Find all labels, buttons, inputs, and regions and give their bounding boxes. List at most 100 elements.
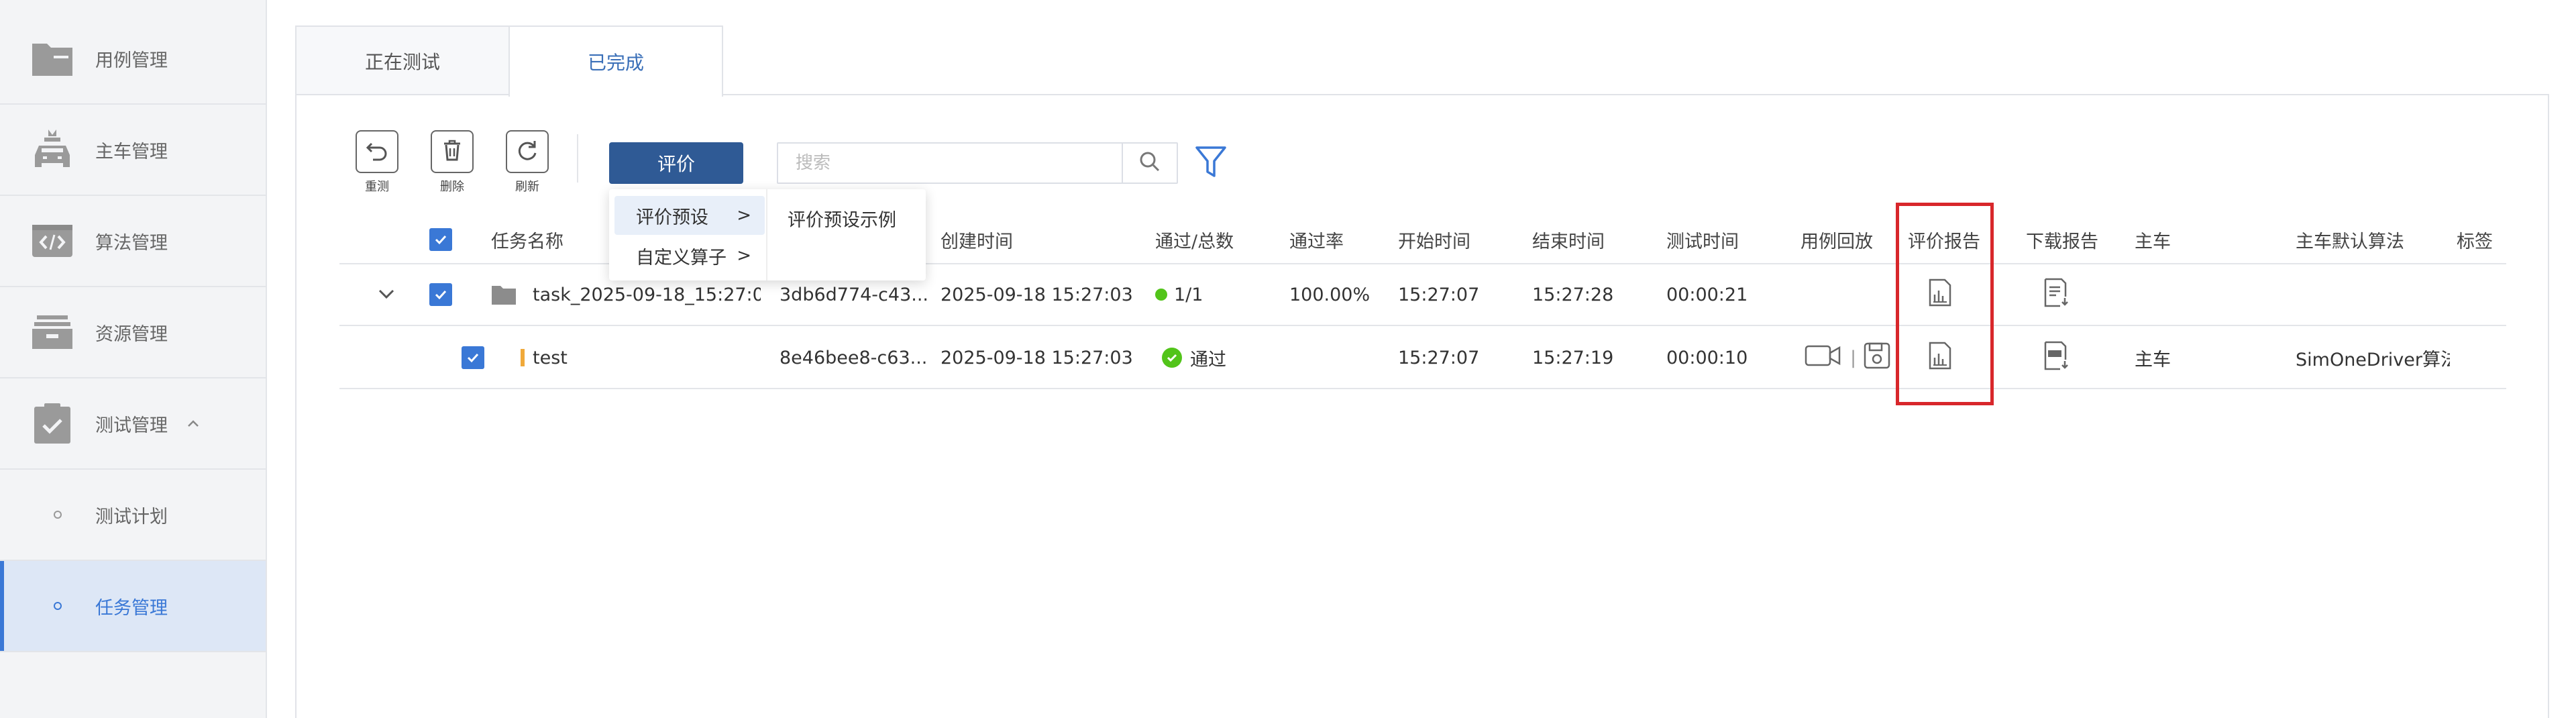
tab-in-progress[interactable]: 正在测试: [295, 25, 510, 95]
folder-icon: [31, 37, 74, 80]
folder-icon: [491, 264, 517, 325]
replay-separator: |: [1850, 347, 1857, 368]
default-algorithm: SimOneDriver算法: [2296, 349, 2450, 370]
refresh-icon: [514, 137, 541, 166]
header-vehicle: 主车: [2135, 231, 2171, 252]
report-download-icon: [2043, 278, 2070, 312]
sidebar-item-label: 资源管理: [95, 323, 168, 345]
bullet-icon: [54, 511, 62, 519]
sidebar-subitem-test-plan[interactable]: 测试计划: [0, 470, 266, 561]
sidebar-subitem-task-management[interactable]: 任务管理: [0, 561, 266, 652]
refresh-button[interactable]: [506, 130, 549, 173]
menu-item-custom-operator[interactable]: 自定义算子 >: [614, 236, 765, 275]
expand-toggle[interactable]: [377, 264, 396, 325]
tab-panel: [295, 94, 2549, 718]
header-default-algorithm: 主车默认算法: [2296, 231, 2404, 252]
sidebar-item-label: 测试管理: [95, 415, 168, 436]
sidebar-item-label: 任务管理: [95, 597, 168, 619]
menu-item-label: 评价预设: [636, 207, 708, 228]
test-duration: 00:00:21: [1666, 284, 1748, 305]
vehicle: 主车: [2135, 349, 2171, 370]
evaluate-dropdown: 评价预设 > 自定义算子 > 评价预设示例: [609, 189, 926, 280]
pass-rate: 100.00%: [1289, 284, 1371, 305]
delete-button[interactable]: [431, 130, 474, 173]
csv-download-icon: [2043, 341, 2070, 375]
case-name[interactable]: test: [533, 348, 568, 368]
undo-icon: [364, 137, 390, 166]
search-box: [777, 142, 1178, 184]
clipboard-check-icon: [31, 402, 74, 445]
sidebar-item-algorithms[interactable]: 算法管理: [0, 196, 266, 287]
header-start-time[interactable]: 开始时间: [1398, 216, 1470, 263]
select-all-checkbox[interactable]: [429, 228, 452, 251]
sidebar-item-resources[interactable]: 资源管理: [0, 287, 266, 378]
bullet-icon: [54, 602, 62, 610]
inbox-icon: [31, 311, 74, 354]
download-report-button[interactable]: [2043, 264, 2070, 325]
check-circle-icon: [1162, 348, 1182, 368]
row-checkbox[interactable]: [462, 346, 484, 369]
case-marker: [521, 349, 525, 366]
end-time: 15:27:28: [1532, 284, 1614, 305]
header-task-name[interactable]: 任务名称: [491, 216, 564, 263]
sidebar-item-label: 用例管理: [95, 50, 168, 71]
sidebar-item-label: 主车管理: [95, 141, 168, 162]
dropdown-menu: 评价预设 > 自定义算子 >: [609, 189, 767, 280]
search-button[interactable]: [1122, 144, 1177, 183]
delete-label: 删除: [440, 180, 464, 194]
chevron-down-icon: [377, 285, 396, 305]
toolbar-divider: [577, 134, 578, 183]
search-icon: [1138, 150, 1162, 176]
chevron-right-icon: >: [737, 205, 751, 225]
end-time: 15:27:19: [1532, 347, 1614, 368]
tab-completed[interactable]: 已完成: [508, 25, 723, 97]
download-csv-button[interactable]: [2043, 327, 2070, 388]
case-id: 8e46bee8-c63...: [780, 347, 927, 368]
filter-button[interactable]: [1193, 145, 1229, 183]
test-duration: 00:00:10: [1666, 347, 1748, 368]
rerun-button[interactable]: [356, 130, 398, 173]
sidebar: 用例管理 主车管理 算法管理 资源管理 测试管理 测试计划 任务管理: [0, 0, 267, 718]
header-created-time[interactable]: 创建时间: [941, 216, 1013, 263]
submenu-item-eval-preset-example[interactable]: 评价预设示例: [788, 199, 896, 238]
sidebar-item-vehicles[interactable]: 主车管理: [0, 105, 266, 196]
chevron-up-icon: [186, 415, 200, 432]
tab-bar: 正在测试 已完成: [295, 25, 723, 97]
start-time: 15:27:07: [1398, 284, 1480, 305]
code-icon: [31, 219, 74, 262]
trash-icon: [439, 137, 466, 166]
eval-report-highlight: [1896, 203, 1994, 405]
rerun-label: 重测: [365, 180, 389, 194]
video-camera-icon: [1805, 344, 1842, 372]
status-dot: [1155, 289, 1167, 301]
sidebar-item-label: 测试计划: [95, 506, 168, 527]
pass-total: 1/1: [1174, 284, 1203, 305]
menu-item-label: 自定义算子: [636, 247, 727, 268]
evaluate-button[interactable]: 评价: [609, 142, 743, 184]
header-end-time[interactable]: 结束时间: [1532, 216, 1605, 263]
header-pass-total[interactable]: 通过/总数: [1155, 216, 1234, 263]
search-input[interactable]: [778, 144, 1122, 183]
chevron-right-icon: >: [737, 246, 751, 266]
header-case-replay: 用例回放: [1801, 231, 1873, 252]
filter-icon: [1195, 145, 1227, 183]
video-replay-button[interactable]: [1805, 327, 1842, 388]
table-row[interactable]: test 8e46bee8-c63... 2025-09-18 15:27:03…: [339, 327, 2506, 389]
refresh-label: 刷新: [515, 180, 539, 194]
start-time: 15:27:07: [1398, 347, 1480, 368]
sidebar-item-cases[interactable]: 用例管理: [0, 13, 266, 105]
created-time: 2025-09-18 15:27:03: [941, 347, 1133, 368]
active-indicator: [0, 561, 4, 651]
sidebar-item-testing[interactable]: 测试管理: [0, 378, 266, 470]
header-pass-rate[interactable]: 通过率: [1289, 216, 1344, 263]
header-tag: 标签: [2457, 231, 2493, 252]
header-download-report: 下载报告: [2026, 231, 2098, 252]
sidebar-item-label: 算法管理: [95, 232, 168, 254]
save-replay-button[interactable]: [1864, 327, 1890, 388]
row-checkbox[interactable]: [429, 283, 452, 306]
car-icon: [31, 128, 74, 171]
status-text: 通过: [1190, 349, 1226, 370]
save-disk-icon: [1864, 342, 1890, 374]
menu-item-eval-preset[interactable]: 评价预设 >: [614, 196, 765, 235]
header-test-duration[interactable]: 测试时间: [1666, 216, 1739, 263]
